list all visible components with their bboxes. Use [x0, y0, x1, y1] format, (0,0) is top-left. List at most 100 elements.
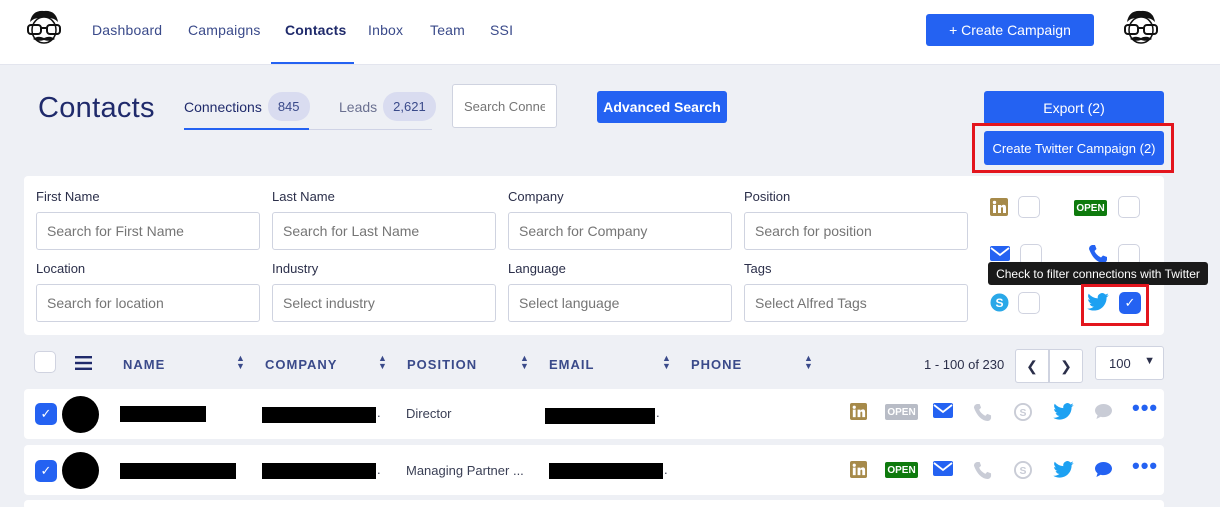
nav-campaigns[interactable]: Campaigns [188, 22, 261, 38]
last-name-input[interactable] [272, 212, 496, 250]
open-profile-badge[interactable]: OPEN [885, 404, 918, 420]
email-icon [990, 246, 1010, 261]
skype-icon[interactable]: S [1014, 461, 1032, 479]
first-name-label: First Name [36, 189, 100, 204]
svg-text:S: S [995, 296, 1003, 310]
page-title: Contacts [38, 92, 155, 124]
connections-count-badge: 845 [267, 92, 310, 121]
advanced-search-button[interactable]: Advanced Search [597, 91, 727, 123]
tags-select[interactable] [744, 284, 968, 322]
industry-select[interactable] [272, 284, 496, 322]
last-name-label: Last Name [272, 189, 335, 204]
filter-open-checkbox[interactable] [1118, 196, 1140, 218]
menu-icon[interactable] [75, 356, 92, 370]
sort-phone-icon[interactable]: ▲ ▼ [804, 354, 813, 371]
avatar [62, 452, 99, 489]
twitter-highlight-box [1081, 284, 1149, 326]
language-select[interactable] [508, 284, 732, 322]
twitter-icon[interactable] [1053, 461, 1074, 478]
nav-inbox[interactable]: Inbox [368, 22, 403, 38]
tab-connections[interactable]: Connections 845 [184, 92, 310, 121]
linkedin-icon[interactable] [850, 461, 867, 478]
company-ellipsis: . [377, 405, 381, 420]
filter-linkedin-checkbox[interactable] [1018, 196, 1040, 218]
pagination-summary: 1 - 100 of 230 [924, 357, 1005, 372]
per-page-select[interactable]: 100 ▼ [1095, 346, 1164, 380]
redacted-name [120, 406, 206, 422]
redacted-email [549, 463, 663, 479]
next-page-button[interactable]: ❯ [1049, 349, 1083, 383]
export-button[interactable]: Export (2) [984, 91, 1164, 125]
open-profile-badge[interactable]: OPEN [885, 462, 918, 478]
skype-icon: S [990, 293, 1009, 312]
phone-icon [1089, 245, 1107, 263]
per-page-value: 100 [1109, 355, 1131, 371]
sort-name-icon[interactable]: ▲ ▼ [236, 354, 245, 371]
sort-position-icon[interactable]: ▲ ▼ [520, 354, 529, 371]
table-row[interactable] [24, 500, 1164, 507]
twitter-icon[interactable] [1053, 403, 1074, 420]
nav-team[interactable]: Team [430, 22, 465, 38]
email-icon[interactable] [933, 461, 953, 476]
highlight-box [972, 123, 1174, 173]
logo-mustache-icon[interactable] [24, 8, 64, 50]
position-input[interactable] [744, 212, 968, 250]
nav-dashboard[interactable]: Dashboard [92, 22, 162, 38]
svg-text:S: S [1020, 408, 1027, 419]
redacted-company [262, 463, 376, 479]
open-profile-badge: OPEN [1074, 200, 1107, 216]
email-ellipsis: . [656, 405, 660, 420]
email-icon[interactable] [933, 403, 953, 418]
location-label: Location [36, 261, 86, 276]
position-cell: Managing Partner ... [406, 463, 524, 478]
phone-icon[interactable] [973, 403, 992, 422]
company-label: Company [508, 189, 564, 204]
location-input[interactable] [36, 284, 260, 322]
message-icon[interactable] [1094, 461, 1113, 478]
avatar [62, 396, 99, 433]
row-checkbox[interactable]: ✓ [35, 403, 57, 425]
search-connections-input[interactable] [452, 84, 557, 128]
nav-active-indicator [271, 62, 354, 64]
company-input[interactable] [508, 212, 732, 250]
tags-label: Tags [744, 261, 772, 276]
linkedin-icon[interactable] [850, 403, 867, 420]
filter-skype-checkbox[interactable] [1018, 292, 1040, 314]
skype-icon[interactable]: S [1014, 403, 1032, 421]
position-cell: Director [406, 406, 452, 421]
redacted-email [545, 408, 655, 424]
column-header-email[interactable]: EMAIL [549, 357, 594, 372]
industry-label: Industry [272, 261, 319, 276]
select-all-checkbox[interactable] [34, 351, 56, 373]
svg-text:S: S [1020, 466, 1027, 477]
redacted-name [120, 463, 236, 479]
leads-count-badge: 2,621 [383, 92, 436, 121]
sort-company-icon[interactable]: ▲ ▼ [378, 354, 387, 371]
message-icon[interactable] [1094, 403, 1113, 420]
create-campaign-button[interactable]: + Create Campaign [926, 14, 1094, 46]
language-label: Language [508, 261, 566, 276]
first-name-input[interactable] [36, 212, 260, 250]
row-checkbox[interactable]: ✓ [35, 460, 57, 482]
tab-leads[interactable]: Leads 2,621 [339, 92, 436, 121]
linkedin-icon [990, 198, 1008, 216]
nav-ssi[interactable]: SSI [490, 22, 513, 38]
column-header-company[interactable]: COMPANY [265, 357, 337, 372]
chevron-down-icon: ▼ [1144, 355, 1155, 367]
tab-leads-label: Leads [339, 98, 378, 115]
column-header-name[interactable]: NAME [123, 357, 165, 372]
more-options-icon[interactable]: ••• [1132, 455, 1158, 477]
more-options-icon[interactable]: ••• [1132, 397, 1158, 419]
redacted-company [262, 407, 376, 423]
user-avatar-icon[interactable] [1121, 8, 1161, 50]
twitter-filter-tooltip: Check to filter connections with Twitter [988, 262, 1208, 285]
sort-email-icon[interactable]: ▲ ▼ [662, 354, 671, 371]
position-label: Position [744, 189, 791, 204]
column-header-phone[interactable]: PHONE [691, 357, 742, 372]
prev-page-button[interactable]: ❮ [1015, 349, 1049, 383]
phone-icon[interactable] [973, 461, 992, 480]
nav-contacts[interactable]: Contacts [285, 22, 347, 38]
tab-active-indicator [184, 128, 309, 130]
company-ellipsis: . [377, 462, 381, 477]
column-header-position[interactable]: POSITION [407, 357, 477, 372]
